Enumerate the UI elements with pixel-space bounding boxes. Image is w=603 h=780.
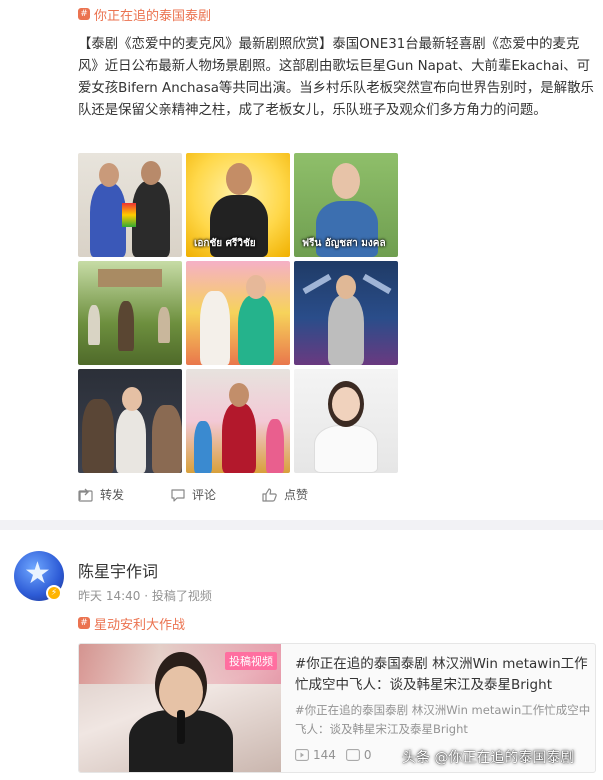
play-count: 144 — [295, 748, 336, 762]
star-icon: ★ — [24, 556, 51, 591]
topic-hash-icon: # — [78, 8, 90, 20]
play-count-value: 144 — [313, 748, 336, 762]
comment-label: 评论 — [192, 488, 217, 502]
photo-caption: ฟรีน อัญชสา มงคล — [302, 238, 386, 249]
photo-5[interactable] — [186, 261, 290, 365]
photo-9[interactable] — [294, 369, 398, 473]
repost-button[interactable]: 转发 — [78, 486, 124, 503]
like-label: 点赞 — [284, 488, 309, 502]
photo-caption: เอกชัย ศรีวิชัย — [194, 238, 256, 249]
comment-count: 0 — [345, 748, 372, 762]
topic-tag[interactable]: # 你正在追的泰国泰剧 — [78, 5, 212, 24]
photo-3[interactable]: ฟรีน อัญชสา มงคล — [294, 153, 398, 257]
repost-icon — [78, 488, 93, 502]
like-button[interactable]: 点赞 — [262, 486, 308, 503]
video-stats: 144 0 — [295, 748, 382, 762]
photo-1[interactable] — [78, 153, 182, 257]
photo-4[interactable] — [78, 261, 182, 365]
photo-2[interactable]: เอกชัย ศรีวิชัย — [186, 153, 290, 257]
post-actions: 转发 评论 点赞 — [78, 486, 354, 503]
repost-label: 转发 — [100, 488, 125, 502]
photo-grid: เอกชัย ศรีวิชัย ฟรีน อัญชสา มงคล — [78, 153, 398, 473]
video-description: #你正在追的泰国泰剧 林汉洲Win metawin工作忙成空中飞人：谈及韩星宋江… — [295, 703, 591, 736]
comment-count-icon — [345, 749, 360, 761]
topic-label: 你正在追的泰国泰剧 — [94, 8, 212, 24]
topic-label: 星动安利大作战 — [94, 617, 186, 633]
watermark: 头条 @你正在追的泰国泰剧 — [402, 750, 575, 766]
verified-badge-icon: ⚡ — [46, 585, 62, 601]
feed-divider — [0, 520, 603, 530]
username[interactable]: 陈星宇作词 — [78, 558, 158, 582]
comment-button[interactable]: 评论 — [170, 486, 216, 503]
comment-count-value: 0 — [363, 748, 372, 762]
video-thumbnail[interactable]: 投稿视频 — [79, 644, 281, 772]
photo-8[interactable] — [186, 369, 290, 473]
play-icon — [295, 749, 309, 761]
topic-tag[interactable]: # 星动安利大作战 — [78, 614, 186, 633]
photo-7[interactable] — [78, 369, 182, 473]
video-badge: 投稿视频 — [225, 652, 277, 670]
topic-hash-icon: # — [78, 617, 90, 629]
video-title[interactable]: #你正在追的泰国泰剧 林汉洲Win metawin工作忙成空中飞人：谈及韩星宋江… — [295, 654, 591, 696]
comment-icon — [171, 488, 185, 502]
post-meta: 昨天 14:40 · 投稿了视频 — [78, 589, 212, 603]
like-icon — [262, 487, 277, 502]
photo-6[interactable] — [294, 261, 398, 365]
post-text: 【泰剧《恋爱中的麦克风》最新剧照欣赏】泰国ONE31台最新轻喜剧《恋爱中的麦克风… — [78, 37, 594, 118]
